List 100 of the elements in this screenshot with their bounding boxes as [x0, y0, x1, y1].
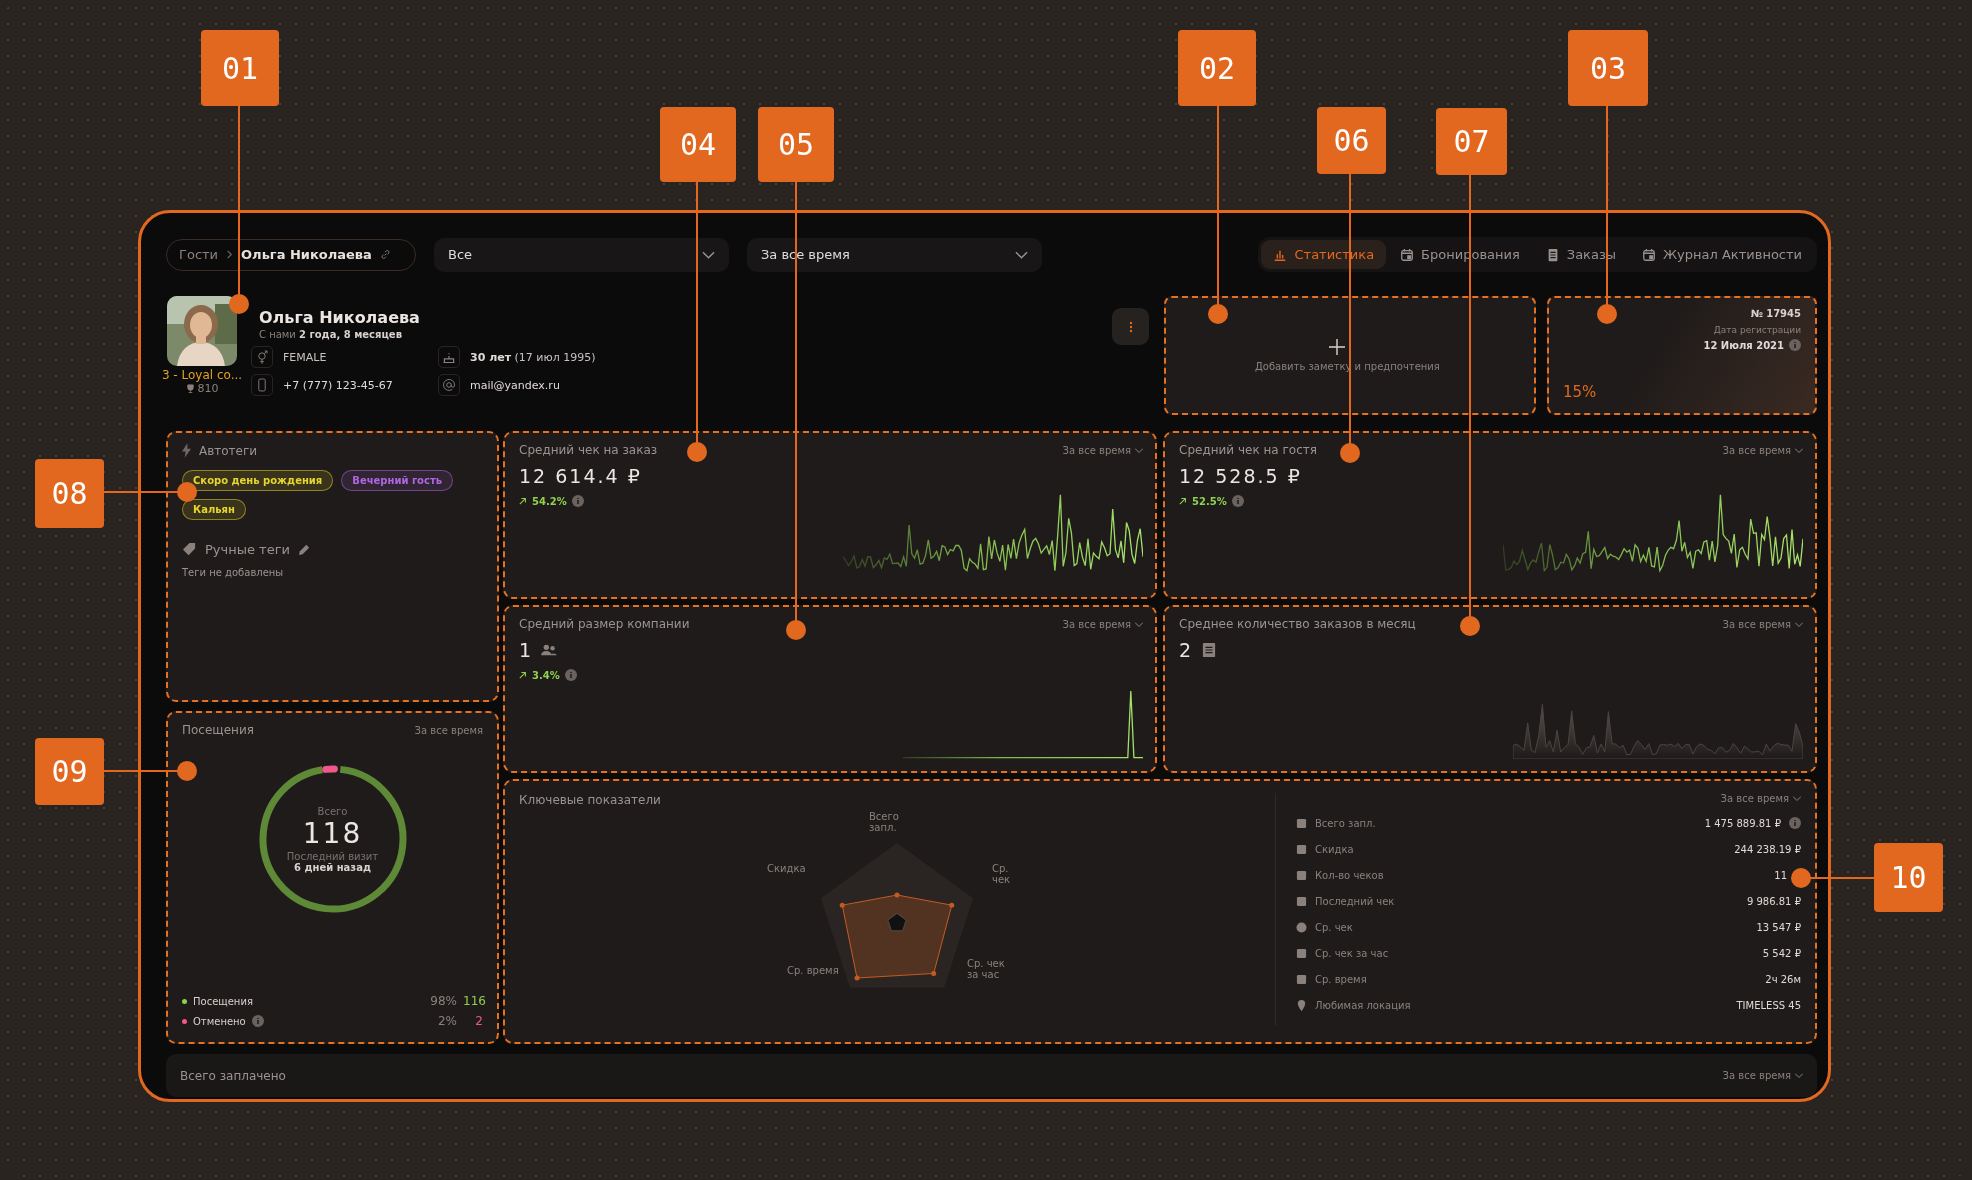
tag-chip[interactable]: Скоро день рождения	[182, 470, 334, 491]
last-visit-label: Последний визит	[286, 850, 379, 862]
add-note-label: Добавить заметку и предпочтения	[1255, 361, 1440, 372]
chevron-down-icon	[1793, 796, 1801, 801]
info-icon[interactable]	[564, 669, 577, 681]
indicator-value: 13 547 ₽	[1756, 921, 1801, 933]
metric-value: 2	[1179, 639, 1194, 661]
chevron-down-icon	[1135, 621, 1143, 627]
indicator-label: Всего запл.	[1315, 817, 1376, 829]
period-select[interactable]: За все время	[414, 724, 483, 736]
pencil-icon[interactable]	[297, 543, 311, 556]
info-icon[interactable]	[1231, 495, 1244, 507]
metric-value: 1	[519, 639, 534, 661]
card-title: Средний чек на гостя	[1179, 443, 1317, 457]
breadcrumb-link[interactable]: Ольга Николаева	[241, 247, 372, 262]
info-icon[interactable]	[251, 1015, 264, 1027]
callout-number: 10	[1874, 843, 1943, 912]
more-icon	[1128, 320, 1133, 333]
indicator-label: Скидка	[1315, 843, 1354, 855]
radar-axis-label: Всего запл.	[869, 811, 900, 833]
lightning-icon	[182, 443, 191, 458]
indicator-label: Любимая локация	[1315, 999, 1411, 1011]
legend-count: 2	[474, 1014, 483, 1028]
registration-date: 12 Июля 2021	[1703, 339, 1784, 351]
tag-icon	[182, 542, 197, 557]
section-title: Автотеги	[199, 443, 258, 458]
period-select[interactable]: За все время	[1722, 1070, 1803, 1081]
card-title: Среднее количество заказов в месяц	[1179, 617, 1416, 631]
period-select[interactable]: За все время	[1722, 618, 1803, 630]
registration-label: Дата регистрации	[1713, 325, 1801, 335]
tag-chip[interactable]: Кальян	[182, 499, 246, 520]
metric-value: 12 528.5 ₽	[1179, 465, 1302, 487]
add-note-card[interactable]: Добавить заметку и предпочтения	[1164, 296, 1536, 415]
metric-change: 54.2%	[532, 495, 567, 507]
legend-count: 116	[463, 994, 483, 1008]
email-text: mail@yandex.ru	[470, 378, 560, 392]
indicator-label: Ср. чек	[1315, 921, 1353, 933]
plus-icon	[1329, 339, 1345, 355]
tag-chip[interactable]: Вечерний гость	[341, 470, 454, 491]
cake-icon	[438, 346, 460, 368]
legend-label: Посещения	[193, 995, 253, 1007]
loyalty-level: 3 - Loyal co...	[161, 368, 243, 382]
indicator-value: 9 986.81 ₽	[1746, 895, 1801, 907]
period-select[interactable]: За все время	[1062, 444, 1143, 456]
trend-up-icon	[519, 671, 527, 679]
tab[interactable]: Журнал Активности	[1630, 240, 1814, 269]
indicator-value: 2ч 26м	[1765, 973, 1801, 985]
card-title: Всего заплачено	[180, 1068, 286, 1083]
indicator-label: Последний чек	[1315, 895, 1395, 907]
metric-value: 12 614.4 ₽	[519, 465, 642, 487]
breadcrumb-link[interactable]: Гости	[179, 247, 219, 262]
points-count: 810	[197, 382, 219, 395]
card-title: Посещения	[182, 723, 254, 737]
legend-percent: 2%	[437, 1014, 457, 1028]
info-icon[interactable]	[1789, 817, 1801, 829]
card-title: Средний размер компании	[519, 617, 690, 631]
empty-tags-text: Теги не добавлены	[182, 567, 285, 578]
filter-select[interactable]: Все	[434, 237, 729, 272]
callout-number: 07	[1436, 108, 1507, 175]
callout-number: 02	[1178, 30, 1256, 106]
period-select[interactable]: За все время	[1062, 618, 1143, 630]
gender-text: FEMALE	[283, 350, 327, 364]
guest-name: Ольга Николаева	[259, 308, 421, 327]
chevron-down-icon	[1015, 250, 1028, 259]
legend-percent: 98%	[430, 994, 457, 1008]
metric-change: 3.4%	[532, 669, 560, 681]
people-icon	[541, 643, 558, 657]
total-label: Всего	[317, 805, 348, 817]
card-number: № 17945	[1750, 308, 1801, 319]
chevron-right-icon	[226, 250, 234, 259]
card-title: Ключевые показатели	[519, 793, 662, 807]
age-text: 30 лет (17 июл 1995)	[470, 350, 596, 364]
chevron-down-icon	[1135, 447, 1143, 453]
last-visit-value: 6 дней назад	[294, 861, 371, 873]
link-icon	[379, 249, 391, 260]
period-select[interactable]: За все время	[1722, 444, 1803, 456]
legend-label: Отменено	[193, 1015, 246, 1027]
info-icon[interactable]	[571, 495, 584, 507]
callout-number: 05	[758, 107, 834, 182]
indicator-value: 11	[1774, 869, 1787, 881]
chevron-down-icon	[1795, 447, 1803, 453]
trophy-icon	[185, 384, 195, 393]
tenure-text: С нами 2 года, 8 месяцев	[259, 329, 403, 340]
trend-up-icon	[519, 497, 527, 505]
chevron-down-icon	[1795, 1073, 1803, 1078]
section-title: Ручные теги	[205, 542, 290, 557]
indicator-value: TIMELESS 45	[1736, 999, 1801, 1011]
radar-axis-label: Ср. чек за час	[967, 958, 1006, 980]
period-select[interactable]: За все время	[1720, 793, 1801, 804]
trend-up-icon	[1179, 497, 1187, 505]
info-icon[interactable]	[1789, 339, 1801, 351]
radar-axis-label: Скидка	[767, 863, 806, 874]
radar-axis-label: Ср. чек	[992, 863, 1011, 885]
callout-number: 06	[1317, 107, 1386, 174]
total-visits: 118	[302, 816, 363, 851]
card-title: Средний чек на заказ	[519, 443, 658, 457]
callout-number: 03	[1568, 30, 1648, 106]
indicator-label: Кол-во чеков	[1315, 869, 1384, 881]
callout-number: 08	[35, 459, 104, 528]
indicator-value: 1 475 889.81 ₽	[1704, 817, 1781, 829]
